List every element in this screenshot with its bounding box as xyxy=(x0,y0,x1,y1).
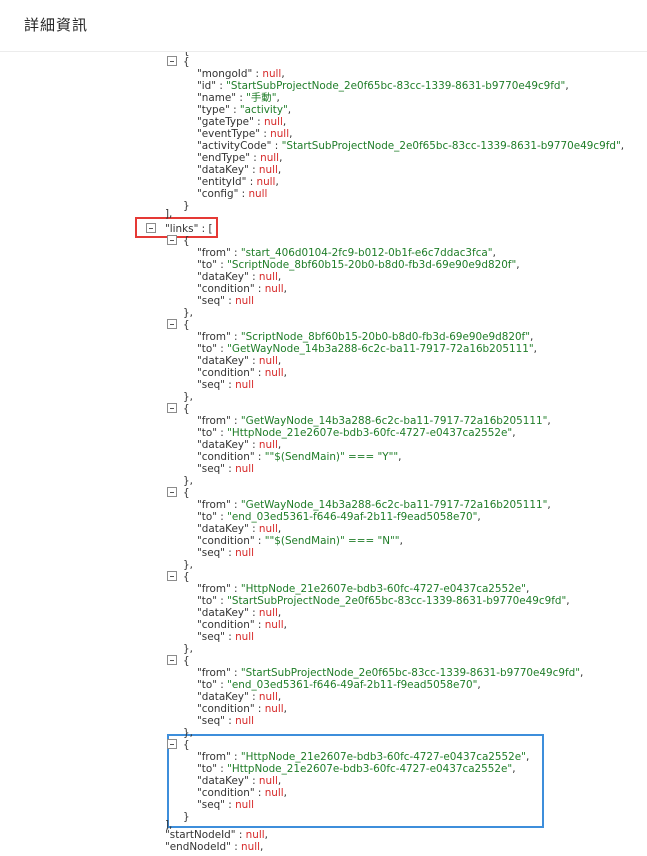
link-field-dataKey: "dataKey" : null, xyxy=(197,607,282,619)
link-field-seq: "seq" : null xyxy=(197,631,255,643)
link-field-condition: "condition" : null, xyxy=(197,787,287,799)
link-collapse-toggle-icon[interactable] xyxy=(167,319,177,329)
link-open-brace: { xyxy=(183,235,190,247)
link-field-dataKey: "dataKey" : null, xyxy=(197,691,282,703)
link-field-to: "to" : "end_03ed5361-f646-49af-2b11-f9ea… xyxy=(197,679,481,691)
node-field-name: "name" : "手動", xyxy=(197,92,280,104)
link-field-seq: "seq" : null xyxy=(197,463,255,475)
link-field-seq: "seq" : null xyxy=(197,547,255,559)
node-field-type: "type" : "activity", xyxy=(197,104,292,116)
link-field-to: "to" : "HttpNode_21e2607e-bdb3-60fc-4727… xyxy=(197,763,516,775)
links-collapse-toggle-icon[interactable] xyxy=(146,223,156,233)
node-field-eventType: "eventType" : null, xyxy=(197,128,293,140)
nodes-array-close: ], xyxy=(165,208,173,220)
link-field-to: "to" : "GetWayNode_14b3a288-6c2c-ba11-79… xyxy=(197,343,537,355)
node-field-gateType: "gateType" : null, xyxy=(197,116,287,128)
link-collapse-toggle-icon[interactable] xyxy=(167,655,177,665)
link-field-from: "from" : "GetWayNode_14b3a288-6c2c-ba11-… xyxy=(197,415,551,427)
link-collapse-toggle-icon[interactable] xyxy=(167,571,177,581)
link-open-brace: { xyxy=(183,403,190,415)
detail-header: 詳細資訊 xyxy=(0,0,647,52)
link-close-brace: }, xyxy=(183,559,193,571)
link-field-condition: "condition" : ""$(SendMain)" === "N"", xyxy=(197,535,403,547)
link-collapse-toggle-icon[interactable] xyxy=(167,403,177,413)
link-field-from: "from" : "HttpNode_21e2607e-bdb3-60fc-47… xyxy=(197,751,530,763)
link-field-seq: "seq" : null xyxy=(197,295,255,307)
link-field-from: "from" : "HttpNode_21e2607e-bdb3-60fc-47… xyxy=(197,583,530,595)
link-open-brace: { xyxy=(183,655,190,667)
link-close-brace: }, xyxy=(183,475,193,487)
link-field-seq: "seq" : null xyxy=(197,799,255,811)
link-open-brace: { xyxy=(183,739,190,751)
link-close-brace: }, xyxy=(183,727,193,739)
links-key: "links" : [ xyxy=(165,223,213,235)
link-field-condition: "condition" : null, xyxy=(197,367,287,379)
link-field-condition: "condition" : null, xyxy=(197,283,287,295)
node-field-activityCode: "activityCode" : "StartSubProjectNode_2e… xyxy=(197,140,625,152)
link-field-condition: "condition" : null, xyxy=(197,703,287,715)
link-field-to: "to" : "end_03ed5361-f646-49af-2b11-f9ea… xyxy=(197,511,481,523)
tail-field-endNodeId: "endNodeId" : null, xyxy=(165,841,264,853)
link-field-to: "to" : "StartSubProjectNode_2e0f65bc-83c… xyxy=(197,595,570,607)
link-collapse-toggle-icon[interactable] xyxy=(167,739,177,749)
link-field-dataKey: "dataKey" : null, xyxy=(197,523,282,535)
node-field-entityId: "entityId" : null, xyxy=(197,176,279,188)
link-field-dataKey: "dataKey" : null, xyxy=(197,775,282,787)
link-close-brace: }, xyxy=(183,391,193,403)
link-field-to: "to" : "ScriptNode_8bf60b15-20b0-b8d0-fb… xyxy=(197,259,520,271)
node-field-dataKey: "dataKey" : null, xyxy=(197,164,282,176)
node-field-endType: "endType" : null, xyxy=(197,152,283,164)
json-viewer[interactable]: { { "mongoId" : null,"id" : "StartSubProje… xyxy=(0,52,647,856)
node-field-config: "config" : null xyxy=(197,188,268,200)
link-collapse-toggle-icon[interactable] xyxy=(167,235,177,245)
link-field-dataKey: "dataKey" : null, xyxy=(197,355,282,367)
link-field-dataKey: "dataKey" : null, xyxy=(197,439,282,451)
link-close-brace: }, xyxy=(183,643,193,655)
link-field-from: "from" : "ScriptNode_8bf60b15-20b0-b8d0-… xyxy=(197,331,534,343)
link-close-brace: } xyxy=(183,811,190,823)
link-open-brace: { xyxy=(183,487,190,499)
page-title: 詳細資訊 xyxy=(24,16,89,34)
link-field-condition: "condition" : null, xyxy=(197,619,287,631)
tail-field-startNodeId: "startNodeId" : null, xyxy=(165,829,268,841)
link-collapse-toggle-icon[interactable] xyxy=(167,487,177,497)
node-field-id: "id" : "StartSubProjectNode_2e0f65bc-83c… xyxy=(197,80,569,92)
node-close-brace: } xyxy=(183,200,190,212)
link-field-dataKey: "dataKey" : null, xyxy=(197,271,282,283)
link-field-to: "to" : "HttpNode_21e2607e-bdb3-60fc-4727… xyxy=(197,427,516,439)
link-open-brace: { xyxy=(183,319,190,331)
link-close-brace: }, xyxy=(183,307,193,319)
node-collapse-toggle-icon[interactable] xyxy=(167,56,177,66)
link-open-brace: { xyxy=(183,571,190,583)
link-field-condition: "condition" : ""$(SendMain)" === "Y"", xyxy=(197,451,402,463)
link-field-seq: "seq" : null xyxy=(197,715,255,727)
link-field-from: "from" : "GetWayNode_14b3a288-6c2c-ba11-… xyxy=(197,499,551,511)
link-field-from: "from" : "StartSubProjectNode_2e0f65bc-8… xyxy=(197,667,584,679)
link-field-seq: "seq" : null xyxy=(197,379,255,391)
node-field-mongoId: "mongoId" : null, xyxy=(197,68,285,80)
link-field-from: "from" : "start_406d0104-2fc9-b012-0b1f-… xyxy=(197,247,496,259)
node-open-brace: { xyxy=(183,56,190,68)
